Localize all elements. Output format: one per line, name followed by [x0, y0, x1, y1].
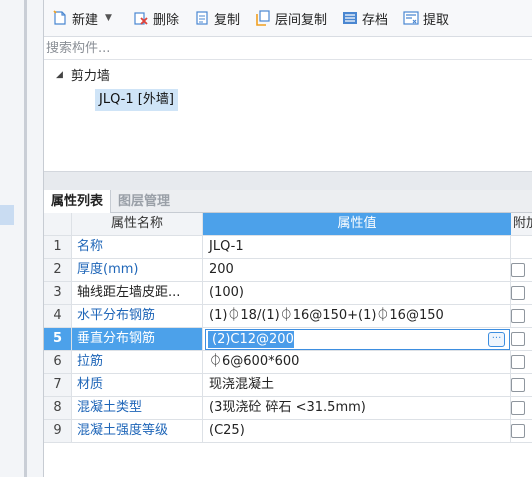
chevron-down-icon[interactable]: ▼ — [105, 13, 112, 23]
row-value[interactable]: (3现浇砼 碎石 <31.5mm) — [203, 397, 511, 419]
tab-bar: 属性列表 图层管理 — [44, 190, 532, 213]
row-value[interactable]: (C25) — [203, 420, 511, 442]
row-index: 7 — [44, 374, 72, 396]
table-row[interactable]: 9 混凝土强度等级 (C25) — [44, 420, 532, 443]
floor-copy-icon — [256, 10, 270, 26]
extract-icon — [403, 11, 419, 25]
table-row[interactable]: 6 拉筋 ⏀6@600*600 — [44, 351, 532, 374]
floor-copy-button[interactable]: 层间复制 — [255, 9, 327, 28]
delete-button[interactable]: 删除 — [133, 9, 179, 28]
panel-splitter[interactable] — [44, 172, 532, 190]
row-index: 3 — [44, 282, 72, 304]
component-panel: 新建 ▼ 删除 复制 层间复制 存档 提取 搜索构件... ◢ 剪力墙 JLQ-… — [43, 0, 532, 477]
row-name: 水平分布钢筋 — [72, 305, 203, 327]
value-editor[interactable]: (2)C12@200 ··· — [205, 329, 510, 350]
tab-property-list[interactable]: 属性列表 — [44, 190, 112, 213]
table-row[interactable]: 1 名称 JLQ-1 — [44, 236, 532, 259]
new-icon — [53, 10, 66, 25]
triangle-down-icon[interactable]: ◢ — [56, 70, 63, 80]
left-side-strip — [0, 0, 43, 477]
table-row[interactable]: 2 厚度(mm) 200 — [44, 259, 532, 282]
copy-label: 复制 — [213, 12, 240, 28]
header-name: 属性名称 — [72, 213, 203, 235]
table-row[interactable]: 4 水平分布钢筋 (1)⏀18/(1)⏀16@150+(1)⏀16@150 — [44, 305, 532, 328]
extra-checkbox[interactable] — [511, 401, 525, 415]
left-selection-marker — [0, 205, 14, 225]
ellipsis-icon[interactable]: ··· — [488, 332, 505, 347]
row-index: 1 — [44, 236, 72, 258]
row-value[interactable]: ⏀6@600*600 — [203, 351, 511, 373]
component-tree: ◢ 剪力墙 JLQ-1 [外墙] — [44, 60, 532, 172]
row-name: 混凝土强度等级 — [72, 420, 203, 442]
row-index: 8 — [44, 397, 72, 419]
search-input[interactable] — [46, 41, 346, 56]
extra-checkbox[interactable] — [511, 355, 525, 369]
table-row[interactable]: 3 轴线距左墙皮距... (100) — [44, 282, 532, 305]
row-name: 名称 — [72, 236, 203, 258]
row-value[interactable]: 200 — [203, 259, 511, 281]
table-row[interactable]: 7 材质 现浇混凝土 — [44, 374, 532, 397]
extra-checkbox[interactable] — [511, 332, 525, 346]
extract-label: 提取 — [423, 12, 450, 28]
delete-label: 删除 — [152, 12, 179, 28]
copy-icon — [196, 11, 208, 25]
search-bar — [44, 38, 532, 60]
row-value[interactable]: (1)⏀18/(1)⏀16@150+(1)⏀16@150 — [203, 305, 511, 327]
row-name: 轴线距左墙皮距... — [72, 282, 203, 304]
row-name: 厚度(mm) — [72, 259, 203, 281]
copy-button[interactable]: 复制 — [194, 9, 240, 28]
new-button[interactable]: 新建 ▼ — [52, 9, 118, 28]
archive-icon — [342, 12, 357, 24]
grid-header: 属性名称 属性值 附加 — [44, 213, 532, 236]
row-name: 拉筋 — [72, 351, 203, 373]
row-value[interactable]: (100) — [203, 282, 511, 304]
row-name: 混凝土类型 — [72, 397, 203, 419]
floor-copy-label: 层间复制 — [274, 12, 327, 28]
archive-label: 存档 — [361, 12, 388, 28]
row-index: 6 — [44, 351, 72, 373]
row-value[interactable]: 现浇混凝土 — [203, 374, 511, 396]
row-index: 5 — [44, 328, 72, 350]
table-row[interactable]: 8 混凝土类型 (3现浇砼 碎石 <31.5mm) — [44, 397, 532, 420]
row-index: 2 — [44, 259, 72, 281]
extra-checkbox[interactable] — [511, 378, 525, 392]
property-grid: 属性名称 属性值 附加 1 名称 JLQ-1 2 厚度(mm) 200 3 轴线… — [44, 213, 532, 443]
header-extra: 附加 — [513, 216, 532, 231]
toolbar: 新建 ▼ 删除 复制 层间复制 存档 提取 — [44, 0, 532, 37]
row-name: 垂直分布钢筋 — [72, 328, 203, 350]
extra-checkbox[interactable] — [511, 309, 525, 323]
new-label: 新建 — [72, 12, 99, 28]
tree-item-jlq-1[interactable]: JLQ-1 [外墙] — [95, 89, 178, 111]
row-name: 材质 — [72, 374, 203, 396]
delete-icon — [134, 12, 148, 25]
header-index — [44, 213, 72, 235]
header-value: 属性值 — [203, 213, 511, 235]
extract-button[interactable]: 提取 — [403, 9, 449, 28]
row-index: 9 — [44, 420, 72, 442]
row-value[interactable]: JLQ-1 — [203, 236, 511, 258]
left-scrollbar[interactable] — [24, 0, 27, 477]
archive-button[interactable]: 存档 — [342, 9, 388, 28]
value-editor-text[interactable]: (2)C12@200 — [208, 331, 294, 348]
extra-checkbox[interactable] — [511, 286, 525, 300]
tree-group-node[interactable]: ◢ 剪力墙 — [56, 65, 110, 84]
table-row-selected[interactable]: 5 垂直分布钢筋 (2)C12@200 ··· — [44, 328, 532, 351]
extra-checkbox[interactable] — [511, 424, 525, 438]
tab-layer-management[interactable]: 图层管理 — [111, 190, 177, 213]
tree-group-label: 剪力墙 — [70, 69, 110, 84]
row-index: 4 — [44, 305, 72, 327]
extra-checkbox[interactable] — [511, 263, 525, 277]
